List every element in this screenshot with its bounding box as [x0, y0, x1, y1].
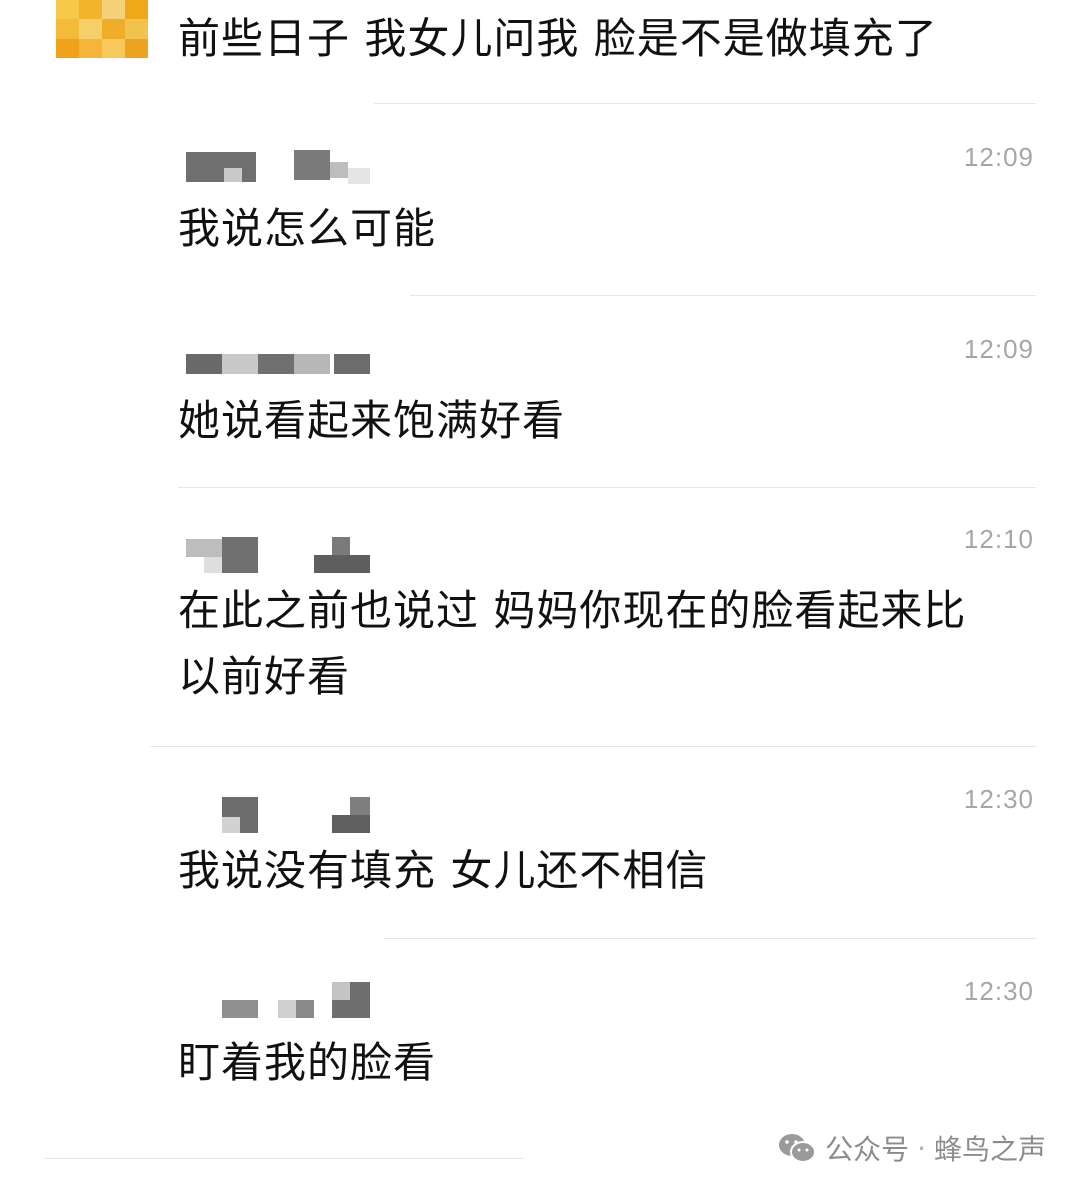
footer-separator: ·	[917, 1131, 926, 1165]
message-time: 12:09	[963, 142, 1034, 172]
account-name: 蜂鸟之声	[933, 1133, 1046, 1166]
divider	[384, 938, 1036, 939]
divider	[178, 487, 1036, 488]
message-text: 她说看起来饱满好看	[178, 396, 566, 445]
footer-divider	[44, 1158, 524, 1159]
divider	[410, 295, 1036, 296]
message-text: 前些日子 我女儿问我 脸是不是做填充了	[178, 14, 938, 63]
footer-label: 公众号	[825, 1133, 910, 1166]
sender-name-blurred	[186, 150, 376, 184]
sender-name-blurred	[186, 797, 376, 833]
message-text: 我说没有填充 女儿还不相信	[178, 846, 709, 895]
message-text: 盯着我的脸看	[178, 1038, 437, 1087]
message-time: 12:09	[963, 334, 1034, 364]
message-time: 12:10	[963, 524, 1034, 554]
divider	[374, 103, 1036, 104]
official-account-watermark: 公众号 · 蜂鸟之声	[777, 1128, 1046, 1168]
wechat-icon	[777, 1132, 817, 1164]
message-time: 12:30	[963, 976, 1034, 1006]
message-time: 12:30	[963, 784, 1034, 814]
avatar[interactable]	[56, 0, 148, 58]
sender-name-blurred	[186, 350, 376, 380]
sender-name-blurred	[186, 537, 376, 573]
message-text: 我说怎么可能	[178, 204, 437, 253]
message-text: 在此之前也说过 妈妈你现在的脸看起来比以前好看	[178, 586, 967, 701]
divider	[150, 746, 1036, 747]
sender-name-blurred	[186, 982, 376, 1018]
